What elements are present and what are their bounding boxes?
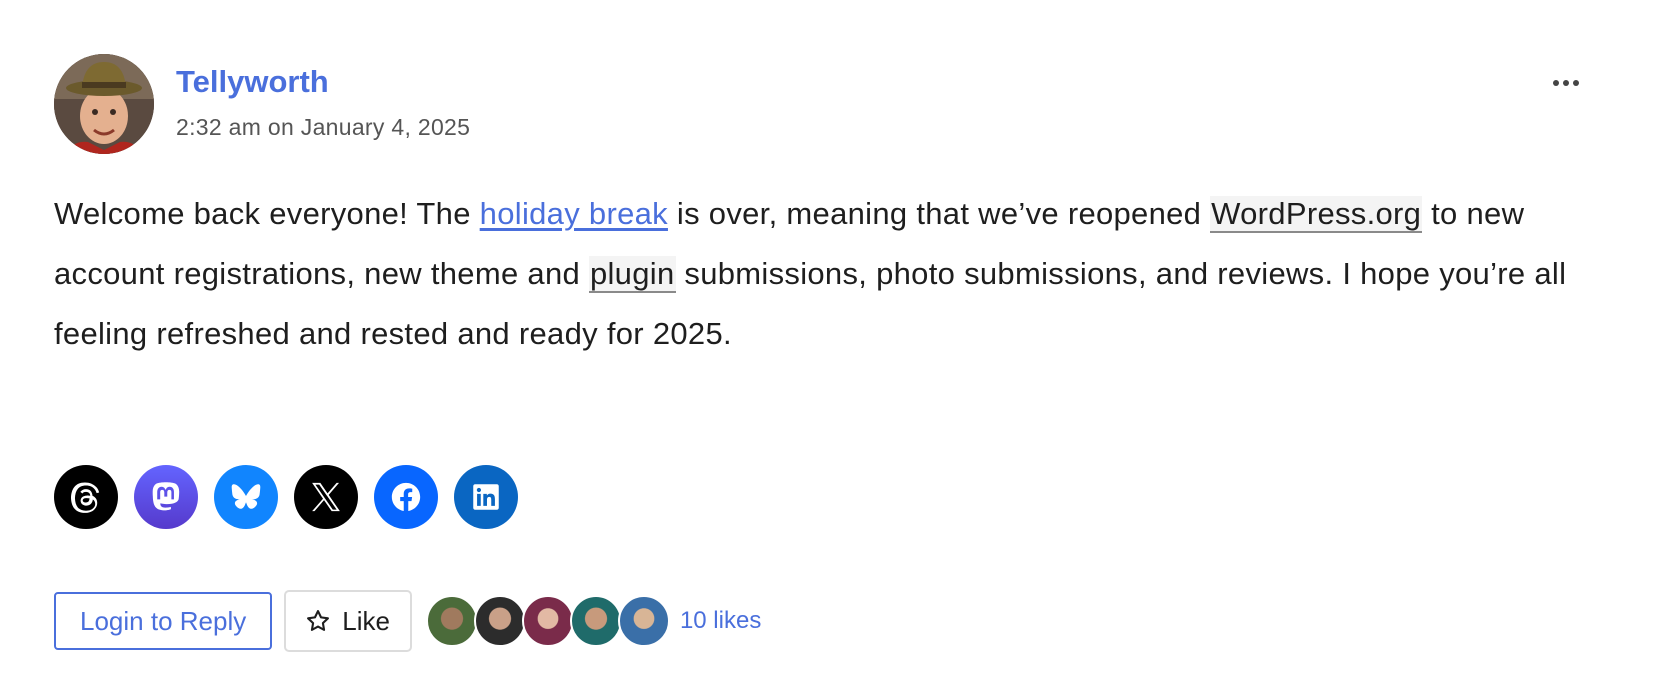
post-actions: Login to Reply Like 10 likes — [54, 590, 761, 652]
mastodon-icon — [152, 482, 180, 511]
liker-avatar[interactable] — [425, 595, 478, 647]
more-horizontal-icon — [1551, 73, 1581, 91]
share-bluesky-button[interactable] — [214, 465, 278, 529]
share-threads-button[interactable] — [54, 465, 118, 529]
share-x-button[interactable] — [294, 465, 358, 529]
post-header: Tellyworth 2:32 am on January 4, 2025 — [54, 54, 1584, 154]
login-to-reply-button[interactable]: Login to Reply — [54, 592, 273, 650]
post-timestamp: 2:32 am on January 4, 2025 — [176, 114, 471, 140]
x-icon — [312, 482, 340, 512]
linkedin-icon — [473, 484, 499, 510]
more-options-button[interactable] — [1548, 70, 1584, 94]
likes-count-link[interactable]: 10 likes — [680, 607, 761, 635]
post-text-2: is over, meaning that we’ve reopened — [667, 196, 1211, 231]
share-linkedin-button[interactable] — [454, 465, 518, 529]
holiday-break-link[interactable]: holiday break — [480, 196, 668, 231]
share-facebook-button[interactable] — [374, 465, 438, 529]
liker-avatar[interactable] — [473, 595, 526, 647]
liker-avatar[interactable] — [521, 595, 574, 647]
liker-avatar[interactable] — [569, 595, 622, 647]
liker-avatars — [425, 595, 670, 647]
glossary-term-plugin[interactable]: plugin — [588, 256, 676, 293]
facebook-icon — [391, 482, 421, 512]
glossary-term-wordpress[interactable]: WordPress.org — [1210, 196, 1423, 233]
like-button[interactable]: Like — [284, 590, 412, 652]
post-text-1: Welcome back everyone! The — [54, 196, 480, 231]
like-label: Like — [342, 605, 390, 636]
author-name-link[interactable]: Tellyworth — [176, 64, 329, 100]
post-card: Tellyworth 2:32 am on January 4, 2025 We… — [54, 54, 1584, 652]
author-avatar[interactable] — [54, 54, 154, 154]
star-icon — [307, 610, 330, 631]
share-buttons — [54, 465, 518, 529]
post-content: Welcome back everyone! The holiday break… — [54, 184, 1584, 364]
threads-icon — [70, 482, 100, 513]
author-avatar-image — [54, 54, 154, 154]
bluesky-icon — [231, 484, 261, 509]
liker-avatar[interactable] — [617, 595, 670, 647]
share-mastodon-button[interactable] — [134, 465, 198, 529]
